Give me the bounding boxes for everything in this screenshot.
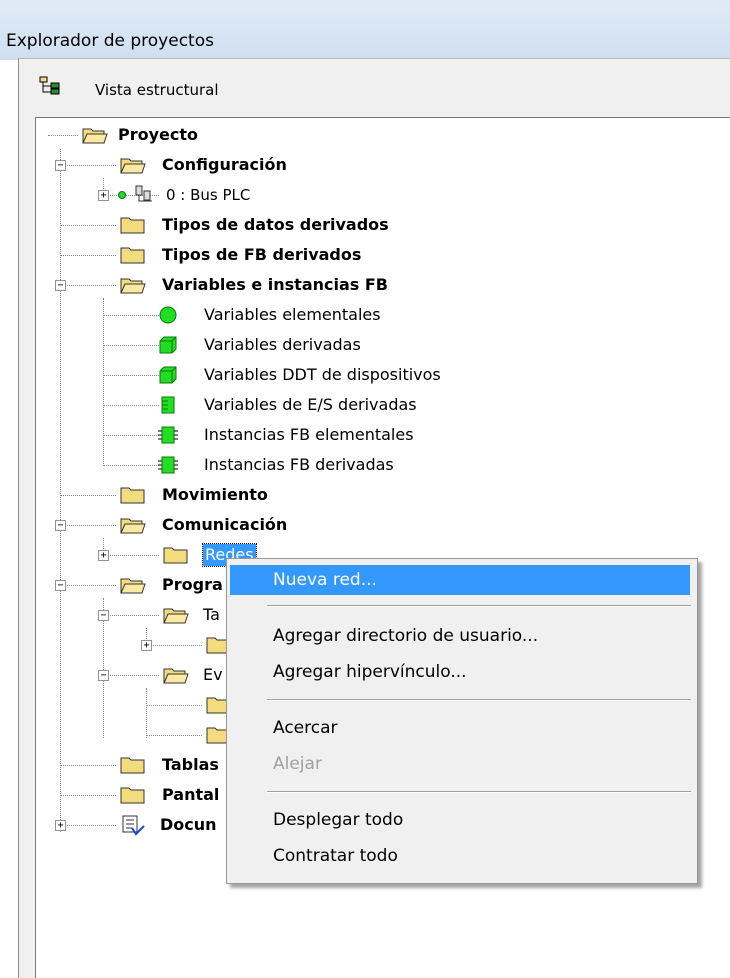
tree-item-var-elementales[interactable]: Variables elementales: [158, 300, 381, 330]
tree-label: Progra: [162, 575, 223, 594]
menu-separator: [267, 699, 691, 701]
menu-item-agregar-directorio[interactable]: Agregar directorio de usuario...: [230, 621, 690, 651]
menu-item-label: Contratar todo: [273, 846, 398, 866]
collapse-toggle[interactable]: −: [55, 580, 66, 591]
folder-icon: [120, 247, 145, 264]
tree-label: Ta: [203, 605, 220, 624]
collapse-toggle[interactable]: −: [98, 610, 109, 621]
explorer-toolbar: Vista estructural: [19, 59, 730, 117]
tree-item-configuracion[interactable]: Configuración: [120, 150, 287, 180]
bus-icon: [135, 185, 152, 202]
tree-label: Variables derivadas: [204, 335, 361, 354]
tree-item-tipos-fb[interactable]: Tipos de FB derivados: [120, 240, 361, 270]
tree-item-var-ddt[interactable]: Variables DDT de dispositivos: [158, 360, 441, 390]
menu-item-label: Desplegar todo: [273, 810, 404, 830]
tree-label: Instancias FB derivadas: [204, 455, 394, 474]
tree-label: Movimiento: [162, 485, 268, 504]
tree-label: Variables e instancias FB: [162, 275, 388, 294]
tree-item-comunicacion[interactable]: Comunicación: [120, 510, 287, 540]
folder-open-icon: [163, 668, 189, 684]
collapse-toggle[interactable]: −: [55, 520, 66, 531]
tree-item-movimiento[interactable]: Movimiento: [120, 480, 268, 510]
menu-item-alejar[interactable]: Alejar: [230, 749, 690, 779]
tree-label: Variables elementales: [204, 305, 381, 324]
view-mode-label[interactable]: Vista estructural: [95, 79, 219, 101]
tree-label: Tipos de datos derivados: [162, 215, 389, 234]
folder-open-icon: [120, 158, 146, 174]
menu-item-acercar[interactable]: Acercar: [230, 713, 690, 743]
folder-open-icon: [120, 278, 146, 294]
tree-label: Tipos de FB derivados: [162, 245, 362, 264]
folder-icon: [120, 787, 145, 804]
collapse-toggle[interactable]: −: [55, 160, 66, 171]
tree-item-var-derivadas[interactable]: Variables derivadas: [158, 330, 361, 360]
tree-item-eventos[interactable]: Ev: [163, 660, 223, 690]
menu-item-label: Alejar: [273, 754, 322, 774]
green-cube-icon: [159, 336, 177, 354]
menu-item-label: Agregar hipervínculo...: [273, 662, 467, 682]
menu-item-agregar-hipervinculo[interactable]: Agregar hipervínculo...: [230, 657, 690, 687]
collapse-toggle[interactable]: −: [55, 280, 66, 291]
green-chip-icon: [158, 456, 178, 474]
menu-item-contratar-todo[interactable]: Contratar todo: [230, 841, 690, 871]
folder-icon: [120, 757, 145, 774]
tree-label: Comunicación: [162, 515, 288, 534]
document-icon: [122, 815, 145, 836]
green-chip-icon: [161, 396, 175, 414]
green-circle-icon: [118, 191, 126, 199]
expand-toggle[interactable]: +: [141, 640, 152, 651]
tree-item-fb-derivadas[interactable]: Instancias FB derivadas: [158, 450, 394, 480]
tree-item-var-es[interactable]: Variables de E/S derivadas: [158, 390, 417, 420]
tree-label: Variables DDT de dispositivos: [204, 365, 441, 384]
tree-label: Configuración: [162, 155, 287, 174]
tree-item-proyecto[interactable]: Proyecto: [82, 120, 198, 150]
tree-item-tablas[interactable]: Tablas: [120, 750, 219, 780]
tree-item-tipos-datos[interactable]: Tipos de datos derivados: [120, 210, 389, 240]
green-cube-icon: [159, 366, 177, 384]
tree-label: 0 : Bus PLC: [166, 186, 251, 204]
collapse-toggle[interactable]: −: [98, 670, 109, 681]
window-titlebar: Explorador de proyectos: [0, 0, 730, 60]
tree-label: Pantal: [162, 785, 220, 804]
menu-item-label: Nueva red...: [273, 570, 377, 590]
menu-item-label: Acercar: [273, 718, 338, 738]
tree-label: Docun: [160, 815, 217, 834]
tree-item-variables-fb[interactable]: Variables e instancias FB: [120, 270, 388, 300]
folder-open-icon: [82, 128, 108, 144]
tree-label: Proyecto: [118, 125, 199, 144]
tree-item-bus-plc[interactable]: 0 : Bus PLC: [118, 180, 250, 210]
expand-toggle[interactable]: +: [98, 190, 109, 201]
window-title: Explorador de proyectos: [6, 31, 214, 51]
folder-icon: [120, 487, 145, 504]
green-circle-icon: [159, 306, 177, 324]
tree-item-tareas[interactable]: Ta: [163, 600, 220, 630]
folder-icon: [163, 547, 188, 564]
tree-item-documentacion[interactable]: Docun: [120, 810, 217, 840]
green-chip-icon: [158, 426, 178, 444]
tree-item-pantallas[interactable]: Pantal: [120, 780, 219, 810]
folder-open-icon: [120, 578, 146, 594]
tree-item-programa[interactable]: Progra: [120, 570, 223, 600]
tree-label: Variables de E/S derivadas: [204, 395, 417, 414]
menu-item-label: Agregar directorio de usuario...: [273, 626, 539, 646]
menu-separator: [267, 605, 691, 607]
tree-label: Ev: [203, 665, 223, 684]
folder-icon: [120, 217, 145, 234]
menu-item-desplegar-todo[interactable]: Desplegar todo: [230, 805, 690, 835]
context-menu: Nueva red... Agregar directorio de usuar…: [226, 558, 698, 884]
folder-open-icon: [163, 608, 189, 624]
folder-open-icon: [120, 518, 146, 534]
tree-label: Tablas: [162, 755, 219, 774]
menu-item-nueva-red[interactable]: Nueva red...: [230, 565, 690, 595]
tree-item-fb-elementales[interactable]: Instancias FB elementales: [158, 420, 414, 450]
expand-toggle[interactable]: +: [98, 550, 109, 561]
tree-label: Instancias FB elementales: [204, 425, 414, 444]
expand-toggle[interactable]: +: [55, 820, 66, 831]
structure-view-icon[interactable]: [39, 76, 61, 100]
menu-separator: [267, 791, 691, 793]
